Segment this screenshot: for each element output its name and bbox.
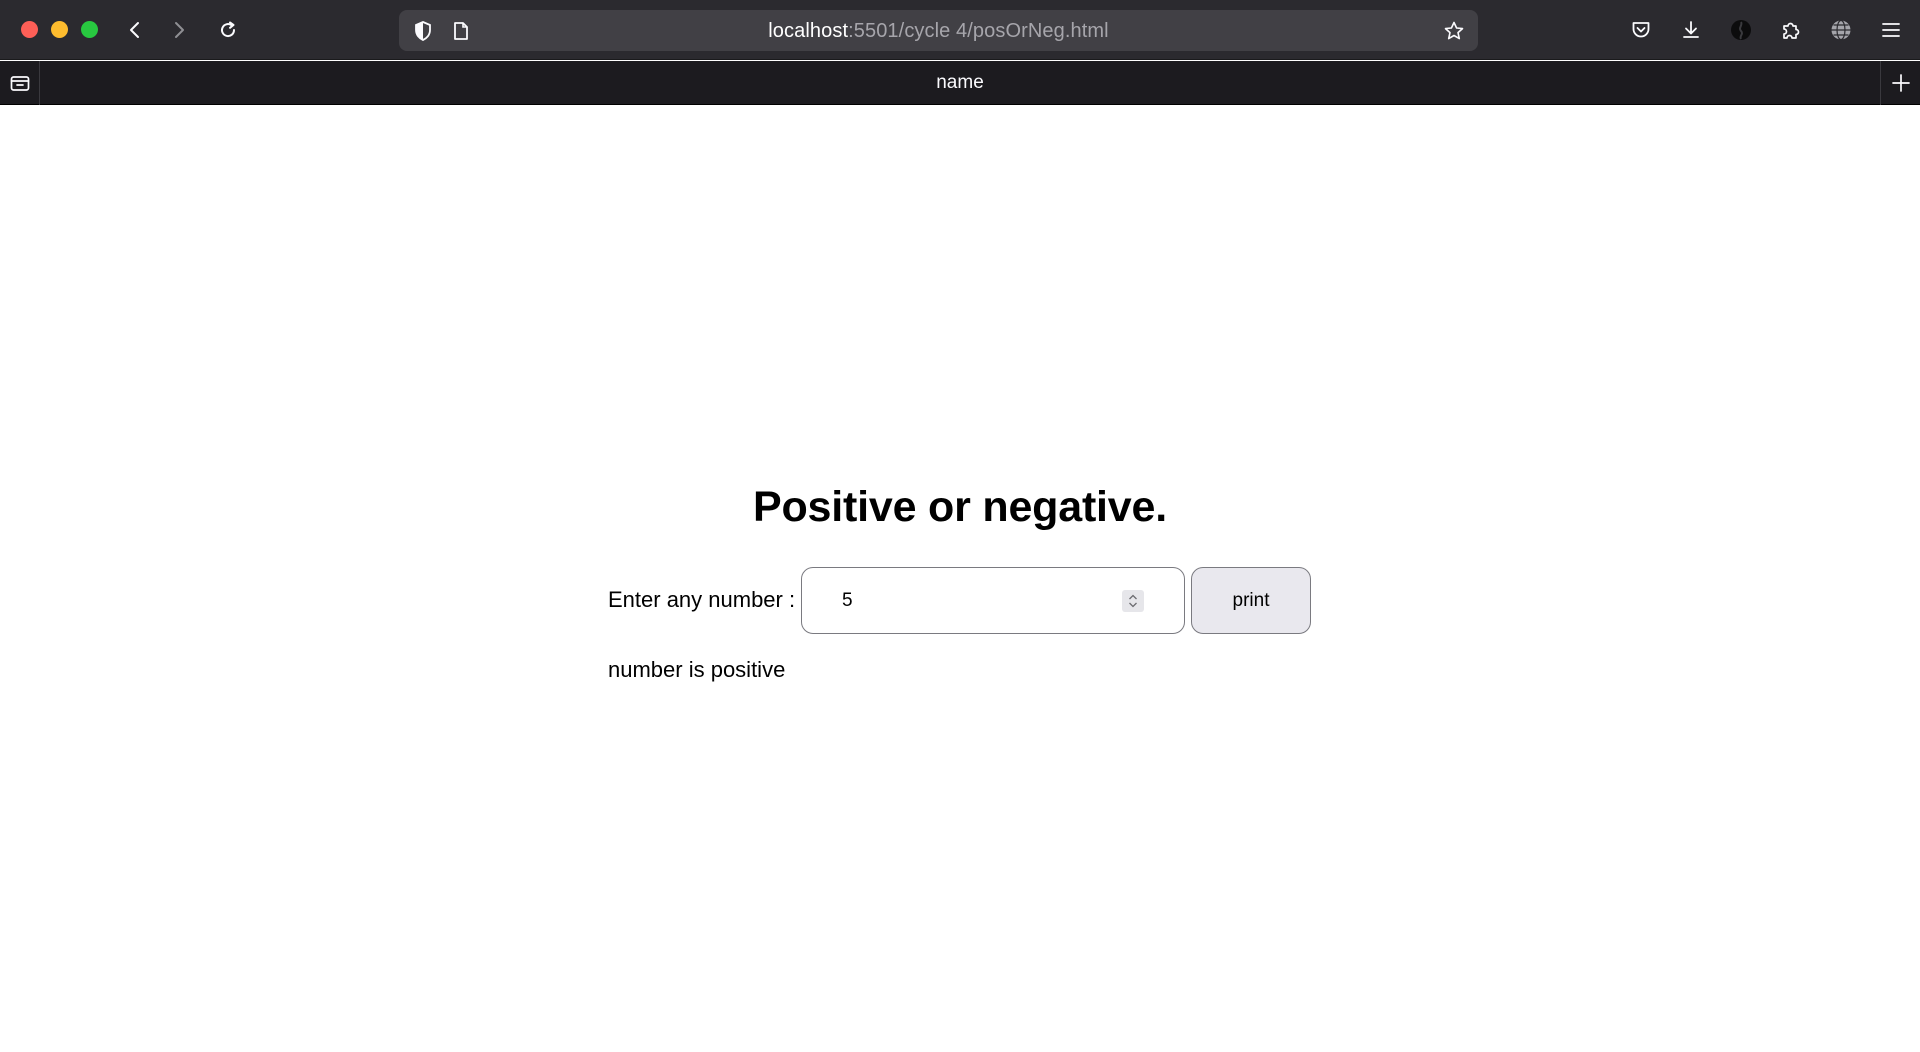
address-bar[interactable]: localhost:5501/cycle 4/posOrNeg.html <box>399 10 1478 51</box>
number-input-label: Enter any number : <box>608 587 796 612</box>
back-arrow-icon <box>130 22 139 38</box>
extensions-button[interactable] <box>1776 15 1806 45</box>
print-button[interactable]: print <box>1191 567 1311 634</box>
window-close-button[interactable] <box>21 21 38 38</box>
back-button[interactable] <box>119 14 151 46</box>
spinner-down-icon <box>1129 602 1137 608</box>
url-text[interactable]: localhost:5501/cycle 4/posOrNeg.html <box>399 20 1478 43</box>
pocket-button[interactable] <box>1626 15 1656 45</box>
url-host: localhost <box>768 20 849 42</box>
reload-button[interactable] <box>212 14 244 46</box>
tab-list-button[interactable] <box>0 61 40 105</box>
window-maximize-button[interactable] <box>81 21 98 38</box>
profile-button[interactable] <box>1726 15 1756 45</box>
reload-icon <box>221 21 236 38</box>
globe-button[interactable] <box>1826 15 1856 45</box>
page-content: Positive or negative. Enter any number :… <box>0 105 1920 1052</box>
number-input-value: 5 <box>842 590 853 611</box>
tab-strip: name <box>0 61 1920 105</box>
download-icon <box>1683 21 1699 38</box>
new-tab-button[interactable] <box>1880 61 1920 105</box>
globe-icon <box>1831 19 1851 41</box>
tab-list-icon <box>10 76 29 91</box>
menu-button[interactable] <box>1876 15 1906 45</box>
window-minimize-button[interactable] <box>51 21 68 38</box>
result-text: number is positive <box>608 657 786 682</box>
bookmark-star-icon[interactable] <box>1443 20 1465 42</box>
number-spinner[interactable] <box>1122 590 1144 612</box>
number-input[interactable]: 5 <box>801 567 1185 634</box>
downloads-button[interactable] <box>1676 15 1706 45</box>
forward-arrow-icon <box>175 22 184 38</box>
spinner-up-icon <box>1129 594 1137 600</box>
page-title: Positive or negative. <box>752 483 1167 531</box>
pocket-icon <box>1632 22 1650 38</box>
browser-toolbar: localhost:5501/cycle 4/posOrNeg.html <box>0 0 1920 60</box>
active-tab[interactable]: name <box>40 72 1880 94</box>
url-path: :5501/cycle 4/posOrNeg.html <box>848 20 1109 42</box>
forward-button[interactable] <box>163 14 195 46</box>
hamburger-menu-icon <box>1882 23 1900 37</box>
profile-icon <box>1731 20 1751 40</box>
extensions-icon <box>1783 22 1800 39</box>
new-tab-plus-icon <box>1891 74 1910 92</box>
